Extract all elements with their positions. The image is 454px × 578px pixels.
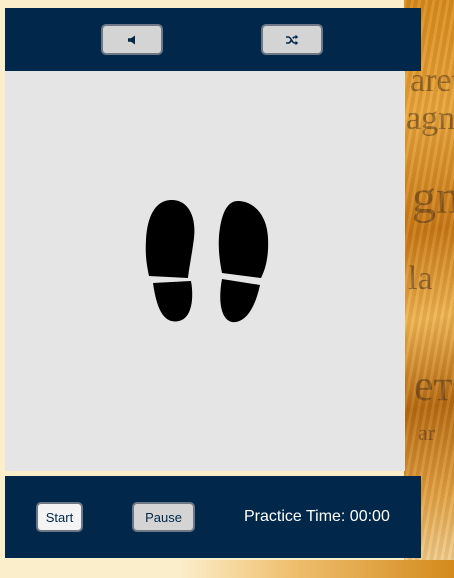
bottom-toolbar: Start Pause Practice Time: 00:00 <box>5 476 421 558</box>
practice-stage <box>5 71 405 471</box>
shuffle-button[interactable] <box>261 24 323 55</box>
footprints-icon <box>145 200 269 323</box>
top-toolbar <box>5 8 421 71</box>
start-button[interactable]: Start <box>36 502 83 532</box>
practice-timer: Practice Time: 00:00 <box>244 508 390 525</box>
sound-button[interactable] <box>101 24 163 55</box>
background-bottom-edge <box>180 560 454 578</box>
shuffle-icon <box>286 34 299 45</box>
pause-button[interactable]: Pause <box>132 502 195 532</box>
speaker-icon <box>128 35 135 44</box>
